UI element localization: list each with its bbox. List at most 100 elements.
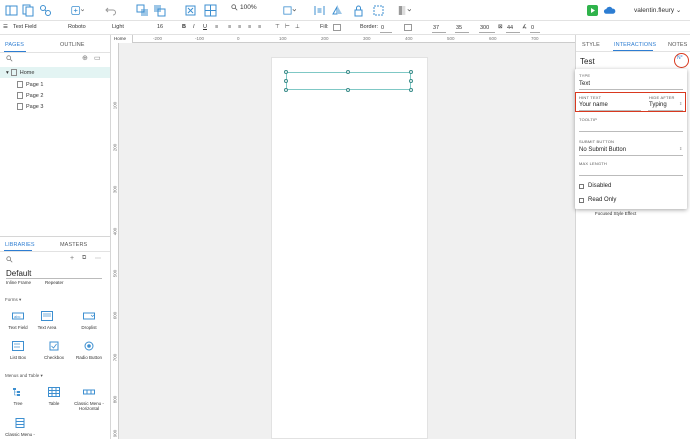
resize-handle[interactable]	[346, 88, 350, 92]
canvas-tab-home[interactable]: Home	[111, 35, 133, 43]
tab-pages[interactable]: PAGES	[5, 42, 24, 48]
user-menu[interactable]: valentin.fleury ⌄	[634, 6, 681, 14]
preview-icon[interactable]	[586, 4, 599, 17]
valign-middle-icon[interactable]: ⊢	[285, 24, 290, 30]
style-icon[interactable]	[398, 4, 414, 17]
font-family-select[interactable]: Roboto	[68, 24, 86, 30]
resize-handle[interactable]	[284, 79, 288, 83]
italic-button[interactable]: I	[193, 24, 195, 30]
font-weight-select[interactable]: Light	[112, 24, 124, 30]
align-center-icon[interactable]: ≡	[238, 24, 241, 30]
cloud-icon[interactable]	[603, 4, 617, 17]
align-left-icon[interactable]: ≡	[228, 24, 231, 30]
table-widget[interactable]: Table	[39, 387, 69, 406]
pages-icon[interactable]	[22, 4, 35, 17]
type-select[interactable]: Text	[579, 81, 590, 87]
classic-menu-vertical-widget[interactable]: Classic Menu -	[3, 418, 37, 437]
hide-icon[interactable]	[372, 4, 385, 17]
sidebar-toggle-icon[interactable]	[5, 4, 18, 17]
library-files-icon[interactable]: ⧉	[82, 255, 86, 262]
lock-ratio-icon[interactable]: ⊠	[498, 24, 503, 30]
more-icon[interactable]: ⋯	[95, 255, 101, 262]
add-library-icon[interactable]: +	[70, 255, 74, 262]
border-width-input[interactable]: 0	[380, 24, 392, 33]
page-item-page-3[interactable]: Page 3	[0, 101, 110, 112]
library-select[interactable]: Default	[6, 269, 31, 278]
underline-button[interactable]: U	[203, 24, 207, 30]
distribute-icon[interactable]	[313, 4, 326, 17]
checkbox-widget[interactable]: Checkbox	[39, 341, 69, 360]
resize-handle[interactable]	[409, 79, 413, 83]
bring-forward-icon[interactable]	[136, 4, 149, 17]
link-icon[interactable]	[39, 4, 52, 17]
search-icon[interactable]	[6, 55, 13, 62]
page-icon	[17, 81, 23, 88]
font-size-select[interactable]: 16	[157, 24, 163, 30]
tab-outline[interactable]: OUTLINE	[60, 42, 85, 48]
repeater-widget[interactable]: Repeater	[45, 280, 64, 285]
section-menus-table[interactable]: Menus and Table ▾	[5, 373, 43, 379]
align-icon[interactable]	[283, 4, 299, 17]
tab-style[interactable]: STYLE	[582, 42, 600, 48]
tree-widget[interactable]: Tree	[3, 387, 33, 406]
tab-notes[interactable]: NOTES	[668, 42, 687, 48]
resize-handle[interactable]	[346, 70, 350, 74]
flip-icon[interactable]	[331, 4, 344, 17]
fill-swatch[interactable]	[333, 24, 341, 31]
resize-handle[interactable]	[409, 70, 413, 74]
design-page[interactable]	[271, 57, 428, 439]
undo-icon[interactable]	[104, 4, 117, 17]
valign-bottom-icon[interactable]: ⊥	[295, 24, 300, 30]
list-icon[interactable]: ≡	[215, 24, 218, 30]
valign-top-icon[interactable]: ⊤	[275, 24, 280, 30]
add-folder-icon[interactable]: ▭	[94, 54, 101, 62]
bold-button[interactable]: B	[182, 24, 186, 30]
zoom-control[interactable]: 100%	[231, 4, 257, 11]
submit-button-select[interactable]: No Submit Button	[579, 147, 626, 153]
page-item-home[interactable]: ▾ Home	[0, 67, 110, 78]
add-page-icon[interactable]: ⊕	[82, 54, 88, 62]
grid-icon[interactable]	[204, 4, 217, 17]
tab-interactions[interactable]: INTERACTIONS	[614, 42, 656, 48]
page-item-page-2[interactable]: Page 2	[0, 90, 110, 101]
classic-menu-horizontal-widget[interactable]: Classic Menu - Horizontal	[74, 387, 104, 411]
focused-style-effect[interactable]: Focused Style Effect	[595, 211, 636, 216]
text-field-widget[interactable]: abc Text Field	[3, 311, 33, 330]
hint-text-input[interactable]: Your name	[579, 102, 608, 108]
rotation-input[interactable]: 0	[530, 24, 540, 33]
text-area-widget[interactable]: Text Area	[32, 311, 62, 330]
tooltip-input[interactable]	[579, 131, 683, 132]
tab-masters[interactable]: MASTERS	[60, 242, 87, 248]
hide-after-select[interactable]: Typing	[649, 102, 667, 108]
page-item-page-1[interactable]: Page 1	[0, 79, 110, 90]
widget-name[interactable]: Test	[580, 57, 595, 66]
resize-handle[interactable]	[409, 88, 413, 92]
align-justify-icon[interactable]: ≡	[258, 24, 261, 30]
list-box-widget[interactable]: List Box	[3, 341, 33, 360]
search-icon[interactable]	[6, 256, 13, 263]
insert-icon[interactable]	[71, 4, 89, 17]
max-length-input[interactable]	[579, 175, 683, 176]
tab-libraries[interactable]: LIBRARIES	[5, 242, 35, 248]
resize-handle[interactable]	[284, 88, 288, 92]
disabled-checkbox[interactable]	[579, 184, 584, 189]
read-only-checkbox[interactable]	[579, 198, 584, 203]
lock-icon[interactable]	[352, 4, 365, 17]
border-color-swatch[interactable]	[404, 24, 412, 31]
widget-type-select[interactable]: Text Field	[13, 24, 37, 30]
type-label: TYPE	[579, 73, 591, 78]
read-only-label: Read Only	[588, 197, 617, 203]
x-input[interactable]: 37	[432, 24, 446, 33]
widget-properties-icon[interactable]: N°	[677, 55, 683, 61]
droplist-widget[interactable]: Droplist	[74, 311, 104, 330]
y-input[interactable]: 35	[455, 24, 469, 33]
width-input[interactable]: 300	[479, 24, 495, 33]
radio-button-widget[interactable]: Radio Button	[74, 341, 104, 360]
fit-icon[interactable]	[184, 4, 197, 17]
send-back-icon[interactable]	[153, 4, 166, 17]
section-forms[interactable]: Forms ▾	[5, 297, 21, 303]
align-right-icon[interactable]: ≡	[248, 24, 251, 30]
height-input[interactable]: 44	[506, 24, 520, 33]
resize-handle[interactable]	[284, 70, 288, 74]
inline-frame-widget[interactable]: Inline Frame	[6, 280, 31, 285]
